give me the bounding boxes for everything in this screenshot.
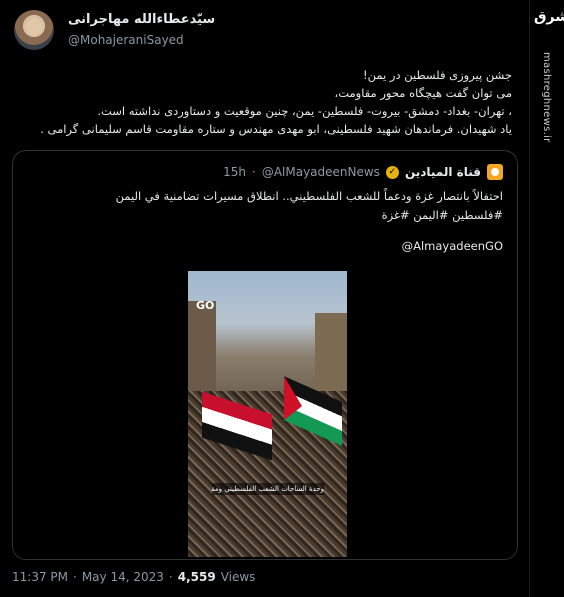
tweet-line: جشن پیروزی فلسطین در یمن! xyxy=(363,68,512,82)
views-label: Views xyxy=(220,570,256,584)
author-handle[interactable]: @MohajeraniSayed xyxy=(68,33,184,47)
author-avatar[interactable] xyxy=(14,10,54,50)
video-thumbnail[interactable]: GO وحدة الساحات الشعب الفلسطيني ومقاومته xyxy=(188,271,347,557)
quote-header: قناة الميادين ✓ @AlMayadeenNews · 15h xyxy=(223,163,503,181)
separator-dot: · xyxy=(168,570,173,584)
quote-hashtags[interactable]: #فلسطين #اليمن #غزة xyxy=(33,206,503,225)
watermark-sidebar: مشرق mashreghnews.ir xyxy=(529,0,564,597)
tweet-date[interactable]: May 14, 2023 xyxy=(82,570,164,584)
quote-author-handle[interactable]: @AlMayadeenNews xyxy=(262,165,380,179)
quoted-tweet[interactable]: قناة الميادين ✓ @AlMayadeenNews · 15h اح… xyxy=(12,150,518,560)
verified-badge-icon: ✓ xyxy=(385,165,399,179)
go-logo: GO xyxy=(196,299,215,312)
author-name[interactable]: سیّدعطاءالله مهاجرانی xyxy=(68,12,215,27)
tweet-line: یاد شهیدان. فرماندهان شهید فلسطینی، ابو … xyxy=(40,122,512,136)
separator-dot: · xyxy=(251,165,256,179)
quote-author-name[interactable]: قناة الميادين xyxy=(405,165,481,179)
views-count: 4,559 xyxy=(177,570,216,584)
quote-time[interactable]: 15h xyxy=(223,165,246,179)
video-caption: وحدة الساحات الشعب الفلسطيني ومقاومته xyxy=(212,483,324,495)
tweet-text: جشن پیروزی فلسطین در یمن! می توان گفت هی… xyxy=(22,66,512,138)
quote-text: احتفالاً بانتصار غزة ودعماً للشعب الفلسط… xyxy=(33,187,503,225)
tweet-line: می توان گفت هیچگاه محور مقاومت، xyxy=(334,86,512,100)
quote-line: احتفالاً بانتصار غزة ودعماً للشعب الفلسط… xyxy=(115,189,503,203)
watermark-url: mashreghnews.ir xyxy=(541,52,552,143)
quote-avatar[interactable] xyxy=(487,164,503,180)
quote-mention[interactable]: @AlmayadeenGO xyxy=(402,239,503,253)
tweet-line: ، تهران- بغداد- دمشق- بیروت- فلسطین- یمن… xyxy=(97,104,512,118)
separator-dot: · xyxy=(73,570,77,584)
mashregh-logo: مشرق xyxy=(534,9,564,25)
quote-media[interactable]: GO وحدة الساحات الشعب الفلسطيني ومقاومته xyxy=(13,269,517,559)
tweet: سیّدعطاءالله مهاجرانی @MohajeraniSayed ج… xyxy=(0,0,530,597)
tweet-time[interactable]: 11:37 PM xyxy=(12,570,68,584)
tweet-footer: 11:37 PM · May 14, 2023 · 4,559 Views xyxy=(12,570,255,584)
